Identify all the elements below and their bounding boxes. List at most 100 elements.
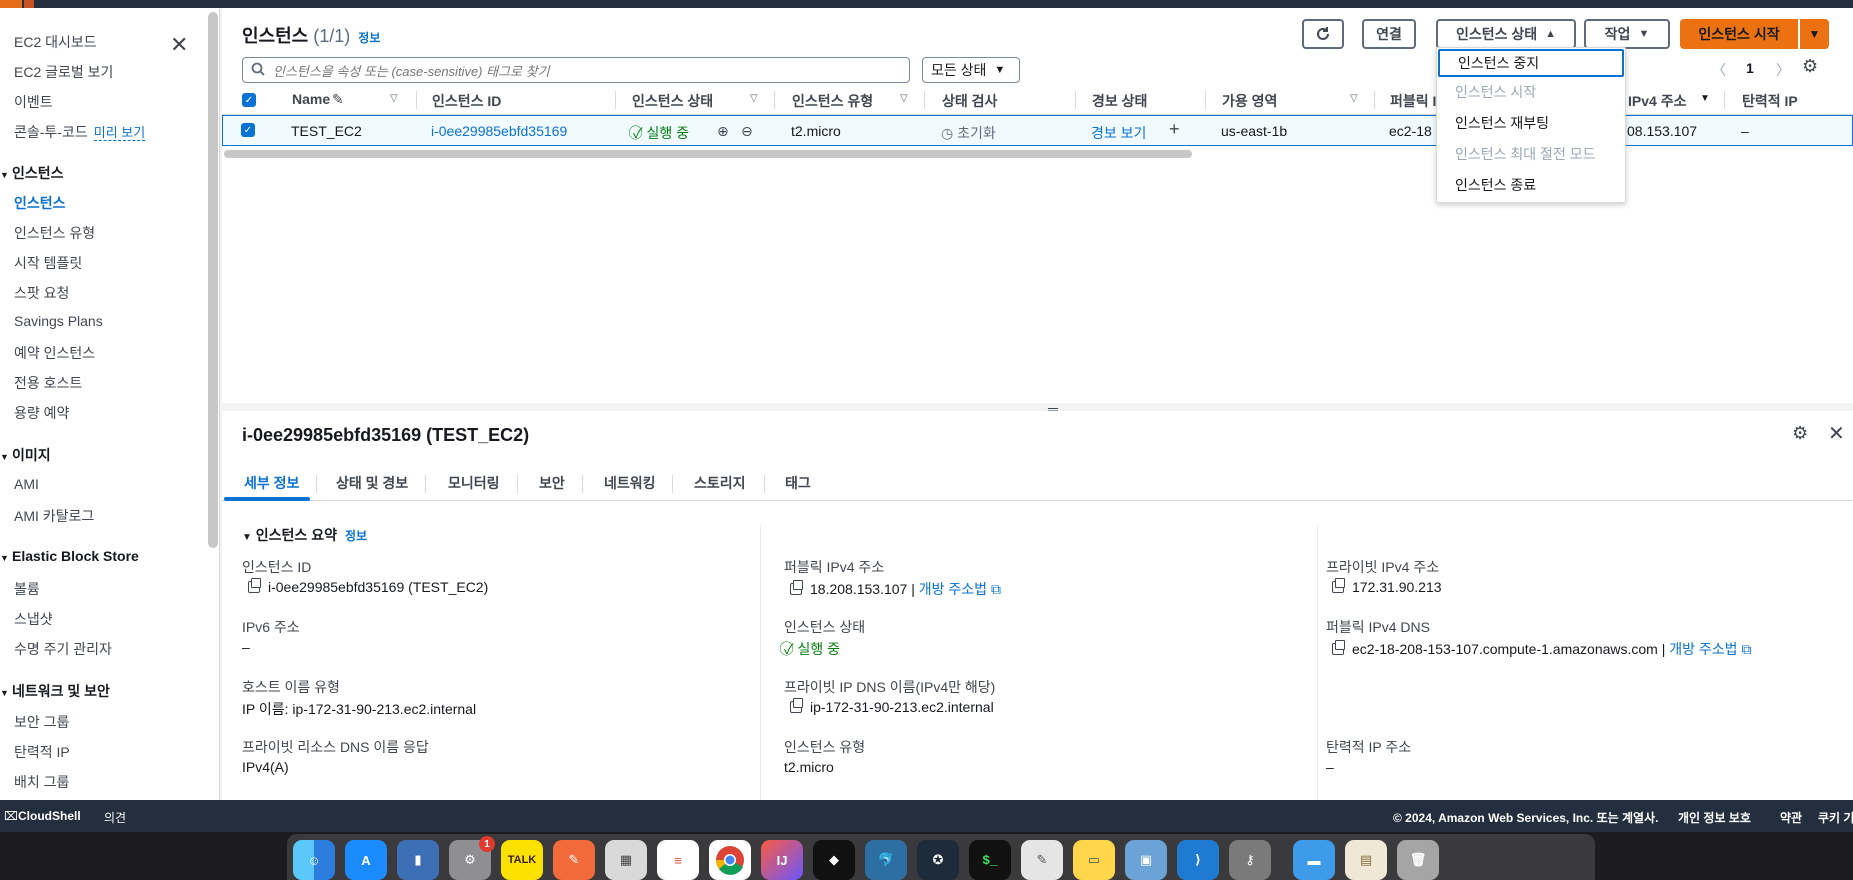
sidebar-item-ec2-global-view[interactable]: EC2 글로벌 보기 xyxy=(14,62,113,82)
copy-icon[interactable] xyxy=(1332,578,1345,593)
row-checkbox[interactable]: ✓ xyxy=(241,123,255,137)
prev-page-icon[interactable]: 〈 xyxy=(1712,60,1726,80)
cloudshell-icon[interactable]: ⌧ xyxy=(4,809,18,823)
column-divider[interactable] xyxy=(615,91,616,109)
col-public-dns[interactable]: 퍼블릭 I xyxy=(1390,91,1436,111)
sidebar-item-spot-requests[interactable]: 스팟 요청 xyxy=(14,283,69,303)
close-icon[interactable]: ✕ xyxy=(1828,421,1845,446)
preview-icon[interactable]: ▣ xyxy=(1125,840,1167,880)
launch-instance-button[interactable]: 인스턴스 시작 xyxy=(1680,19,1798,49)
launchpad-icon[interactable]: ▦ xyxy=(605,840,647,880)
copy-icon[interactable] xyxy=(1332,640,1345,655)
notes-icon[interactable]: ▭ xyxy=(1073,840,1115,880)
column-divider[interactable] xyxy=(1724,91,1725,109)
info-link[interactable]: 정보 xyxy=(358,31,380,45)
sidebar-item-launch-templates[interactable]: 시작 템플릿 xyxy=(14,253,82,273)
sidebar-item-lifecycle-manager[interactable]: 수명 주기 관리자 xyxy=(14,639,112,659)
tab-storage[interactable]: 스토리지 xyxy=(694,473,746,493)
privacy-link[interactable]: 개인 정보 보호 xyxy=(1678,809,1751,826)
cell-instance-id[interactable]: i-0ee29985ebfd35169 xyxy=(431,123,567,139)
col-instance-id[interactable]: 인스턴스 ID xyxy=(432,91,501,111)
sidebar-item-ami-catalog[interactable]: AMI 카탈로그 xyxy=(14,506,94,526)
sort-icon[interactable]: ▽ xyxy=(1350,93,1358,104)
launch-dropdown-caret[interactable]: ▼ xyxy=(1799,19,1829,49)
sidebar-section-ebs[interactable]: ▼ Elastic Block Store xyxy=(0,548,139,564)
open-address-link[interactable]: 개방 주소법 xyxy=(1669,641,1737,657)
col-instance-type[interactable]: 인스턴스 유형 xyxy=(792,91,873,111)
unity-icon[interactable]: ◆ xyxy=(813,840,855,880)
column-divider[interactable] xyxy=(1374,91,1375,109)
sidebar-item-savings-plans[interactable]: Savings Plans xyxy=(14,313,103,329)
sidebar-item-dedicated-hosts[interactable]: 전용 호스트 xyxy=(14,373,82,393)
sidebar-item-label[interactable]: 콘솔-투-코드 xyxy=(14,124,88,140)
sidebar-item-console-to-code[interactable]: 콘솔-투-코드 미리 보기 xyxy=(14,122,146,142)
tab-tags[interactable]: 태그 xyxy=(785,473,811,493)
column-divider[interactable] xyxy=(1205,91,1206,109)
kakaotalk-icon[interactable]: TALK xyxy=(501,840,543,880)
finder-icon[interactable]: ☺ xyxy=(293,840,335,880)
instance-state-button[interactable]: 인스턴스 상태 ▲ xyxy=(1436,19,1576,49)
sort-icon[interactable]: ▽ xyxy=(750,93,758,104)
mysql-workbench-icon[interactable]: 🐬 xyxy=(865,840,907,880)
gear-icon[interactable]: ⚙ xyxy=(1802,56,1818,77)
feedback-link[interactable]: 의견 xyxy=(104,809,126,826)
instance-summary-header[interactable]: ▼ 인스턴스 요약 정보 xyxy=(242,525,367,545)
sidebar-item-snapshots[interactable]: 스냅샷 xyxy=(14,609,53,629)
menu-item-reboot[interactable]: 인스턴스 재부팅 xyxy=(1437,109,1627,137)
refresh-button[interactable] xyxy=(1302,19,1344,49)
sidebar-item-placement-groups[interactable]: 배치 그룹 xyxy=(14,772,69,792)
vscode-icon[interactable]: ⟩ xyxy=(1177,840,1219,880)
sidebar-item-elastic-ips[interactable]: 탄력적 IP xyxy=(14,742,70,762)
terms-link[interactable]: 약관 xyxy=(1780,809,1802,826)
sidebar-section-instances[interactable]: ▼ 인스턴스 xyxy=(0,163,64,183)
page-number[interactable]: 1 xyxy=(1746,60,1754,76)
cookies-link[interactable]: 쿠키 기 xyxy=(1818,809,1853,826)
close-icon[interactable]: ✕ xyxy=(170,32,188,58)
col-elastic-ip[interactable]: 탄력적 IP xyxy=(1742,91,1798,111)
copy-icon[interactable] xyxy=(790,698,803,713)
sidebar-item-volumes[interactable]: 볼륨 xyxy=(14,579,40,599)
sidebar-item-events[interactable]: 이벤트 xyxy=(14,92,53,112)
zoom-in-icon[interactable]: ⊕ xyxy=(717,123,729,140)
connect-button[interactable]: 연결 xyxy=(1362,19,1416,49)
column-divider[interactable] xyxy=(924,91,925,109)
state-filter-select[interactable]: 모든 상태 ▼ xyxy=(922,57,1020,83)
search-field[interactable] xyxy=(242,57,910,83)
tab-security[interactable]: 보안 xyxy=(539,473,565,493)
sidebar-item-instance-types[interactable]: 인스턴스 유형 xyxy=(14,223,95,243)
chrome-icon[interactable] xyxy=(709,840,751,880)
app-store-icon[interactable]: A xyxy=(345,840,387,880)
sidebar-item-ec2-dashboard[interactable]: EC2 대시보드 xyxy=(14,32,97,52)
open-address-link[interactable]: 개방 주소법 xyxy=(919,581,987,597)
sidebar-item-capacity-reservations[interactable]: 용량 예약 xyxy=(14,403,69,423)
sidebar-item-reserved-instances[interactable]: 예약 인스턴스 xyxy=(14,343,95,363)
services-menu[interactable] xyxy=(24,0,34,8)
zoom-out-icon[interactable]: ⊖ xyxy=(741,123,753,140)
sort-icon[interactable]: ▽ xyxy=(900,93,908,104)
system-settings-icon[interactable]: ⚙ 1 xyxy=(449,836,495,880)
terminal-icon[interactable]: $_ xyxy=(969,840,1011,880)
tab-status-alarms[interactable]: 상태 및 경보 xyxy=(336,473,408,493)
sort-desc-icon[interactable]: ▼ xyxy=(1700,93,1710,104)
preview-link[interactable]: 미리 보기 xyxy=(93,125,146,141)
sidebar-item-security-groups[interactable]: 보안 그룹 xyxy=(14,712,69,732)
select-all-checkbox[interactable]: ✓ xyxy=(242,93,256,107)
keychain-icon[interactable]: ⚷ xyxy=(1229,840,1271,880)
tab-details[interactable]: 세부 정보 xyxy=(244,473,299,493)
info-link[interactable]: 정보 xyxy=(345,529,367,543)
sidebar-item-instances[interactable]: 인스턴스 xyxy=(14,193,66,213)
sort-icon[interactable]: ▽ xyxy=(390,93,398,104)
cloudshell-button[interactable]: CloudShell xyxy=(18,809,81,823)
column-divider[interactable] xyxy=(416,91,417,109)
copy-icon[interactable] xyxy=(248,578,261,593)
col-availability-zone[interactable]: 가용 영역 xyxy=(1222,91,1277,111)
external-link-icon[interactable]: ⧉ xyxy=(991,581,1001,597)
sidebar-section-network-security[interactable]: ▼ 네트워크 및 보안 xyxy=(0,681,110,701)
tab-monitoring[interactable]: 모니터링 xyxy=(448,473,500,493)
copy-icon[interactable] xyxy=(790,580,803,595)
tab-networking[interactable]: 네트워킹 xyxy=(604,473,656,493)
external-link-icon[interactable]: ⧉ xyxy=(1741,641,1751,657)
gear-icon[interactable]: ⚙ xyxy=(1792,423,1808,444)
panel-splitter[interactable]: ═ xyxy=(222,401,1853,417)
column-divider[interactable] xyxy=(774,91,775,109)
